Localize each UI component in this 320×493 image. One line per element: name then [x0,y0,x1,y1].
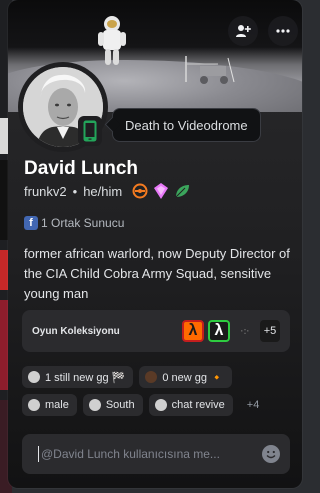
about-me: former african warlord, now Deputy Direc… [24,246,290,301]
custom-status-text: Death to Videodrome [125,117,248,133]
mutual-servers-label: 1 Ortak Sunucu [41,216,125,230]
role-label: South [105,399,135,411]
mutual-server-icon: f [24,216,38,230]
role-color-dot [154,399,167,411]
pronouns: he/him [83,183,123,199]
custom-status-tooltip: Death to Videodrome [112,108,261,142]
game-icon-list: λ λ ·:· +5 [182,320,280,342]
add-friend-icon [236,25,251,37]
profile-popout: Death to Videodrome David Lunch frunkv2 … [8,0,302,488]
more-dots-icon [276,29,290,33]
message-box [22,434,290,474]
role-label: chat revive [171,399,225,411]
badge-list [132,183,190,199]
username[interactable]: frunkv2 [24,184,67,199]
role-label: male [45,399,69,411]
role-color-dot [28,371,40,383]
mutual-servers[interactable]: f 1 Ortak Sunucu [24,216,124,230]
mobile-phone-icon [83,120,97,142]
role-color-dot [88,399,101,411]
astronaut-image [98,16,126,65]
lunar-rover-image [185,56,235,84]
game-collection[interactable]: Oyun Koleksiyonu λ λ ·:· +5 [22,310,290,352]
username-row: frunkv2 • he/him [24,183,190,199]
role-color-dot [145,371,158,383]
status-indicator [78,116,102,146]
hypesquad-balance-icon[interactable] [132,183,148,199]
leaf-icon[interactable] [174,183,190,199]
role-chip[interactable]: South [82,394,143,416]
add-friend-button[interactable] [228,16,258,46]
game-collection-label: Oyun Koleksiyonu [32,325,120,337]
half-life-icon[interactable]: λ [182,320,204,342]
role-color-dot [28,399,40,411]
more-games-count[interactable]: +5 [260,320,280,342]
more-roles-button[interactable]: +4 [239,394,268,416]
role-label: 1 still new gg 🏁 [45,371,126,384]
more-options-button[interactable] [268,16,298,46]
role-chip[interactable]: 0 new gg 🔸 [139,366,232,388]
role-chip[interactable]: 1 still new gg 🏁 [22,366,134,388]
role-chip[interactable]: chat revive [148,394,233,416]
nitro-gem-icon[interactable] [154,183,169,199]
smiley-icon [263,446,279,462]
message-input[interactable] [38,446,262,462]
separator-dot: • [72,183,78,199]
role-list: 1 still new gg 🏁 0 new gg 🔸 male South c… [22,366,294,422]
role-label: 0 new gg 🔸 [162,371,224,384]
emoji-picker-button[interactable] [262,445,280,463]
faded-game-icon[interactable]: ·:· [234,320,256,342]
half-life-green-icon[interactable]: λ [208,320,230,342]
display-name: David Lunch [24,158,139,179]
role-chip[interactable]: male [22,394,77,416]
